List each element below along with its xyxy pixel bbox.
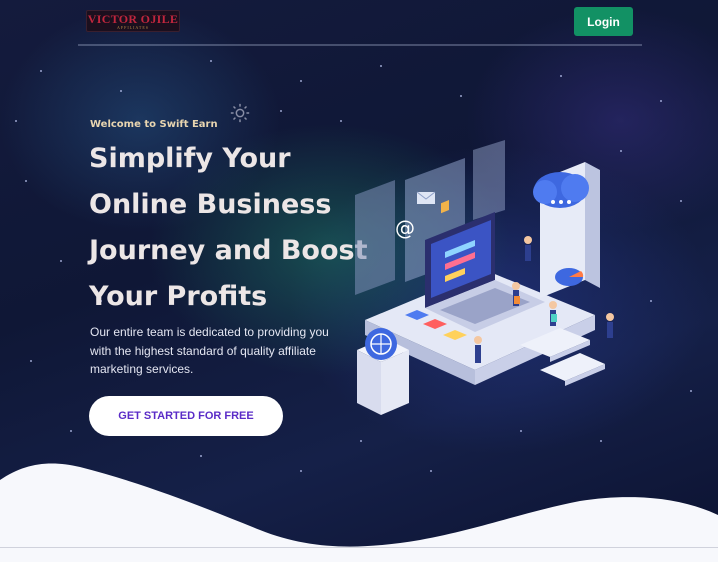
headline-line: Online Business	[89, 189, 332, 220]
logo-tagline: AFFILIATES	[116, 24, 149, 30]
headline-line: Your Profits	[89, 281, 268, 312]
brand-logo[interactable]: VICTOR OJILE AFFILIATES	[86, 10, 180, 32]
headline-line: Simplify Your	[89, 143, 291, 174]
isometric-laptop-illustration: @	[355, 140, 614, 415]
login-button[interactable]: Login	[574, 7, 633, 36]
headline-line: Journey and Boost	[89, 235, 368, 266]
logo-text: VICTOR OJILE	[87, 11, 179, 26]
hero-description: Our entire team is dedicated to providin…	[90, 325, 329, 376]
hero-headline: Simplify Your Online Business Journey an…	[89, 136, 368, 320]
section-divider	[0, 547, 718, 548]
hero-section: VICTOR OJILE AFFILIATES Login Welcome to…	[0, 0, 718, 562]
hero-eyebrow: Welcome to Swift Earn	[90, 119, 218, 130]
wave-divider	[0, 463, 718, 562]
gear-icon	[230, 103, 250, 123]
svg-text:@: @	[395, 216, 415, 240]
navbar: VICTOR OJILE AFFILIATES Login	[78, 0, 642, 46]
get-started-button[interactable]: GET STARTED FOR FREE	[89, 396, 283, 436]
